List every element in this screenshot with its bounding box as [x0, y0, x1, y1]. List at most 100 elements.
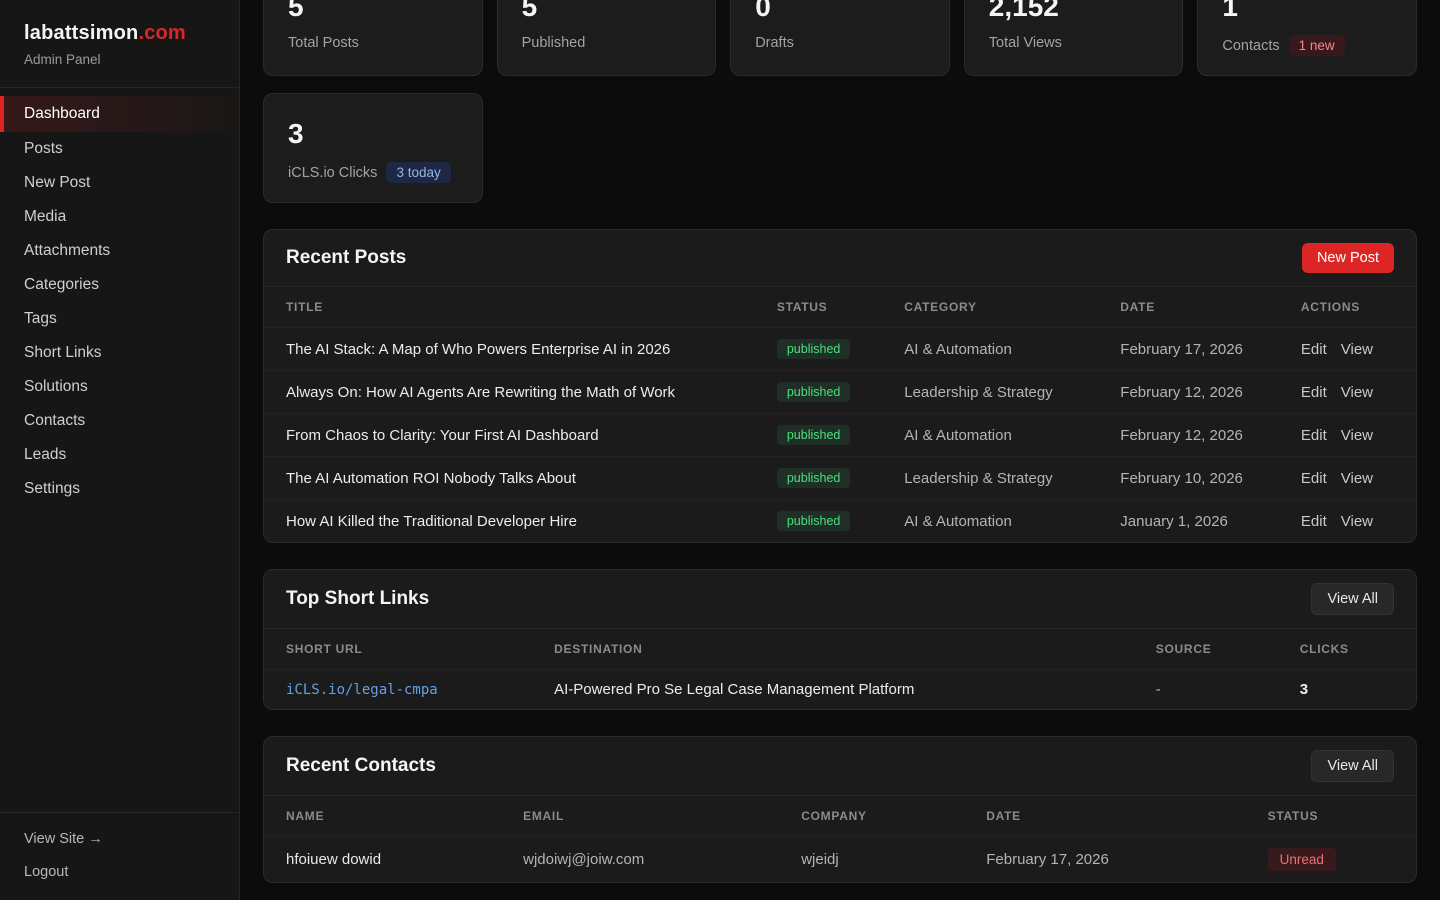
sidebar-item-attachments[interactable]: Attachments — [0, 234, 239, 268]
edit-link[interactable]: Edit — [1301, 341, 1327, 358]
stat-label: Contacts — [1222, 38, 1279, 54]
new-contacts-badge: 1 new — [1289, 35, 1345, 56]
table-row: The AI Automation ROI Nobody Talks About… — [264, 457, 1416, 500]
sidebar-item-categories[interactable]: Categories — [0, 268, 239, 302]
stat-label: iCLS.io Clicks — [288, 165, 377, 181]
stat-label: Published — [522, 35, 586, 51]
col-destination: Destination — [554, 629, 1156, 669]
edit-link[interactable]: Edit — [1301, 513, 1327, 530]
stat-card-icls-clicks: 3 iCLS.io Clicks 3 today — [263, 93, 483, 203]
sidebar: labattsimon.com Admin Panel Dashboard Po… — [0, 0, 240, 900]
post-category: Leadership & Strategy — [904, 373, 1120, 412]
view-site-link[interactable]: View Site → — [24, 831, 215, 847]
view-link[interactable]: View — [1341, 384, 1373, 401]
col-title: Title — [286, 287, 777, 327]
stats-grid: 5 Total Posts 5 Published 0 Drafts 2,152… — [263, 0, 1417, 203]
contacts-view-all-button[interactable]: View All — [1311, 750, 1394, 782]
sidebar-item-tags[interactable]: Tags — [0, 302, 239, 336]
post-date: January 1, 2026 — [1120, 502, 1301, 541]
table-row: Always On: How AI Agents Are Rewriting t… — [264, 371, 1416, 414]
short-links-table-header: Short URL Destination Source Clicks — [264, 629, 1416, 670]
sidebar-item-media[interactable]: Media — [0, 200, 239, 234]
col-email: Email — [523, 796, 801, 836]
admin-panel-label: Admin Panel — [24, 52, 215, 67]
stat-value: 2,152 — [989, 0, 1159, 23]
recent-contacts-title: Recent Contacts — [286, 755, 436, 777]
main-content: 5 Total Posts 5 Published 0 Drafts 2,152… — [240, 0, 1440, 900]
table-row: The AI Stack: A Map of Who Powers Enterp… — [264, 328, 1416, 371]
sidebar-nav: Dashboard Posts New Post Media Attachmen… — [0, 88, 239, 812]
sidebar-item-contacts[interactable]: Contacts — [0, 404, 239, 438]
clicks-count: 3 — [1300, 670, 1394, 709]
short-url-link[interactable]: iCLS.io/legal-cmpa — [286, 682, 438, 698]
col-status: Status — [1268, 796, 1394, 836]
post-category: AI & Automation — [904, 416, 1120, 455]
col-name: Name — [286, 796, 523, 836]
contacts-table-header: Name Email Company Date Status — [264, 796, 1416, 837]
stat-card-drafts: 0 Drafts — [730, 0, 950, 76]
col-short-url: Short URL — [286, 629, 554, 669]
sidebar-item-posts[interactable]: Posts — [0, 132, 239, 166]
unread-badge: Unread — [1268, 848, 1336, 871]
status-badge: published — [777, 468, 851, 488]
col-company: Company — [801, 796, 986, 836]
post-date: February 12, 2026 — [1120, 416, 1301, 455]
stat-value: 5 — [288, 0, 458, 23]
recent-posts-title: Recent Posts — [286, 247, 406, 269]
table-row: iCLS.io/legal-cmpa AI-Powered Pro Se Leg… — [264, 670, 1416, 709]
post-category: AI & Automation — [904, 330, 1120, 369]
stat-value: 3 — [288, 118, 458, 150]
stat-card-total-posts: 5 Total Posts — [263, 0, 483, 76]
contact-name: hfoiuew dowid — [286, 840, 523, 879]
post-category: Leadership & Strategy — [904, 459, 1120, 498]
stat-value: 0 — [755, 0, 925, 23]
status-badge: published — [777, 425, 851, 445]
recent-posts-panel: Recent Posts New Post Title Status Categ… — [263, 229, 1417, 543]
post-date: February 12, 2026 — [1120, 373, 1301, 412]
stat-card-total-views: 2,152 Total Views — [964, 0, 1184, 76]
view-link[interactable]: View — [1341, 513, 1373, 530]
col-status: Status — [777, 287, 904, 327]
destination-text: AI-Powered Pro Se Legal Case Management … — [554, 670, 1156, 709]
col-actions: Actions — [1301, 287, 1394, 327]
edit-link[interactable]: Edit — [1301, 384, 1327, 401]
sidebar-item-short-links[interactable]: Short Links — [0, 336, 239, 370]
top-short-links-panel: Top Short Links View All Short URL Desti… — [263, 569, 1417, 710]
site-logo: labattsimon.com — [24, 22, 215, 45]
site-tld: .com — [138, 22, 185, 44]
post-date: February 17, 2026 — [1120, 330, 1301, 369]
stat-card-contacts: 1 Contacts 1 new — [1197, 0, 1417, 76]
logout-link[interactable]: Logout — [24, 864, 215, 880]
sidebar-footer: View Site → Logout — [0, 812, 239, 900]
edit-link[interactable]: Edit — [1301, 427, 1327, 444]
view-link[interactable]: View — [1341, 427, 1373, 444]
edit-link[interactable]: Edit — [1301, 470, 1327, 487]
status-badge: published — [777, 382, 851, 402]
col-category: Category — [904, 287, 1120, 327]
post-title: How AI Killed the Traditional Developer … — [286, 502, 777, 541]
status-badge: published — [777, 339, 851, 359]
sidebar-item-settings[interactable]: Settings — [0, 472, 239, 506]
col-clicks: Clicks — [1300, 629, 1394, 669]
view-link[interactable]: View — [1341, 341, 1373, 358]
posts-table-header: Title Status Category Date Actions — [264, 287, 1416, 328]
short-links-view-all-button[interactable]: View All — [1311, 583, 1394, 615]
post-title: Always On: How AI Agents Are Rewriting t… — [286, 373, 777, 412]
sidebar-item-solutions[interactable]: Solutions — [0, 370, 239, 404]
sidebar-item-new-post[interactable]: New Post — [0, 166, 239, 200]
contact-date: February 17, 2026 — [986, 840, 1267, 879]
stat-value: 5 — [522, 0, 692, 23]
view-link[interactable]: View — [1341, 470, 1373, 487]
post-title: From Chaos to Clarity: Your First AI Das… — [286, 416, 777, 455]
post-title: The AI Automation ROI Nobody Talks About — [286, 459, 777, 498]
new-post-button[interactable]: New Post — [1302, 243, 1394, 273]
col-date: Date — [986, 796, 1267, 836]
sidebar-item-leads[interactable]: Leads — [0, 438, 239, 472]
stat-card-published: 5 Published — [497, 0, 717, 76]
col-source: Source — [1156, 629, 1300, 669]
table-row: hfoiuew dowid wjdoiwj@joiw.com wjeidj Fe… — [264, 837, 1416, 882]
contact-email: wjdoiwj@joiw.com — [523, 840, 801, 879]
stat-value: 1 — [1222, 0, 1392, 23]
site-name: labattsimon — [24, 22, 138, 44]
sidebar-item-dashboard[interactable]: Dashboard — [0, 96, 239, 132]
